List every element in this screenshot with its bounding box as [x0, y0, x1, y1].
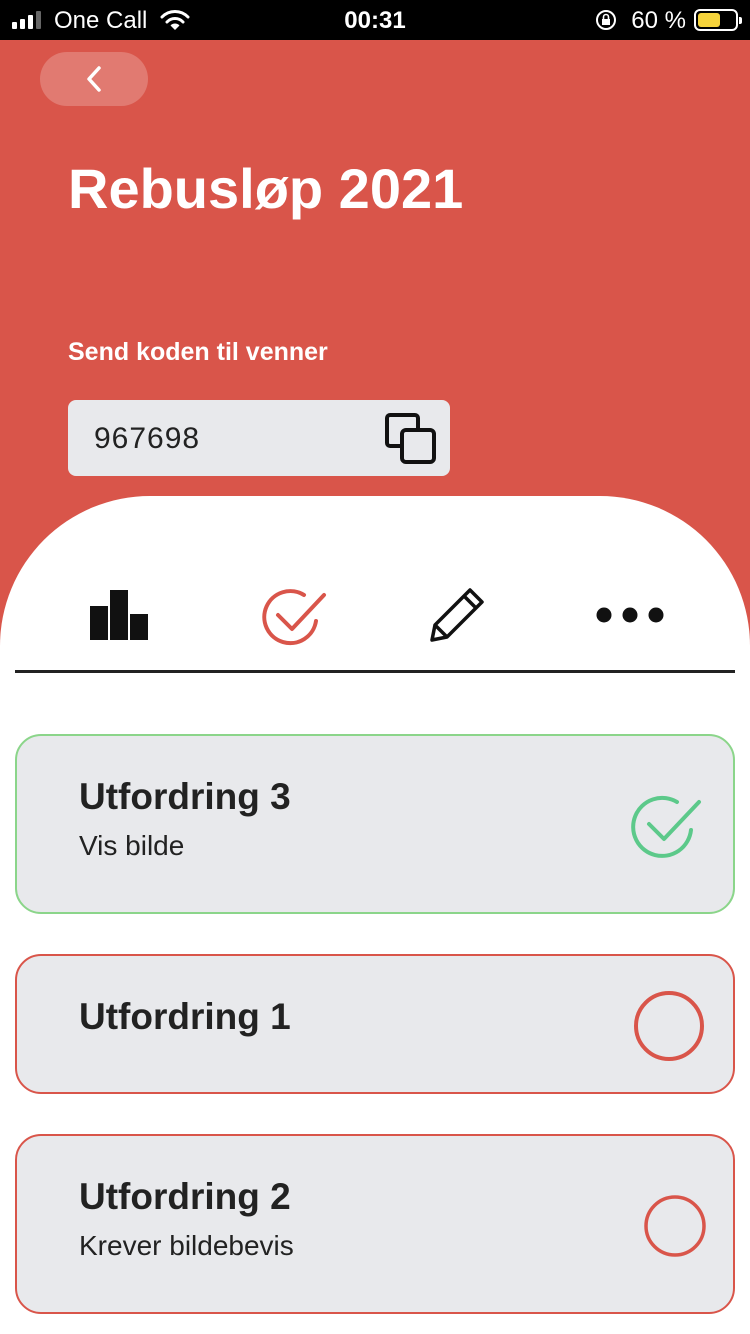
chevron-left-icon [87, 66, 101, 92]
challenge-subtitle: Vis bilde [79, 830, 185, 861]
tab-divider [15, 670, 735, 673]
game-code: 967698 [94, 422, 201, 455]
challenge-title: Utfordring 2 [79, 1176, 291, 1217]
battery-percent: 60 % [631, 7, 686, 34]
code-field[interactable]: 967698 [68, 400, 450, 476]
tab-challenges[interactable] [235, 575, 355, 655]
bar-chart-icon [90, 590, 148, 640]
page-title: Rebusløp 2021 [68, 157, 464, 220]
tab-bar [15, 575, 735, 673]
empty-circle-icon [644, 1195, 706, 1257]
challenge-subtitle: Krever bildebevis [79, 1230, 294, 1261]
challenge-card[interactable]: Utfordring 3 Vis bilde [15, 734, 735, 914]
challenge-title: Utfordring 1 [79, 996, 291, 1037]
rotation-lock-icon [596, 10, 616, 30]
empty-circle-icon [634, 991, 704, 1061]
challenge-card[interactable]: Utfordring 2 Krever bildebevis [15, 1134, 735, 1314]
check-circle-icon [262, 589, 326, 646]
check-circle-icon [631, 795, 701, 858]
back-button[interactable] [40, 52, 148, 106]
tab-leaderboard[interactable] [60, 575, 180, 655]
challenge-title: Utfordring 3 [79, 776, 291, 817]
challenge-card[interactable]: Utfordring 1 [15, 954, 735, 1094]
copy-button[interactable] [380, 408, 440, 468]
battery-icon [694, 9, 742, 31]
more-dots-icon [596, 607, 664, 623]
tab-edit[interactable] [397, 575, 517, 655]
status-bar: One Call 00:31 60 % [0, 0, 750, 40]
pencil-icon [430, 588, 484, 642]
share-code-label: Send koden til venner [68, 338, 328, 366]
copy-icon [385, 413, 436, 464]
tab-more[interactable] [570, 575, 690, 655]
